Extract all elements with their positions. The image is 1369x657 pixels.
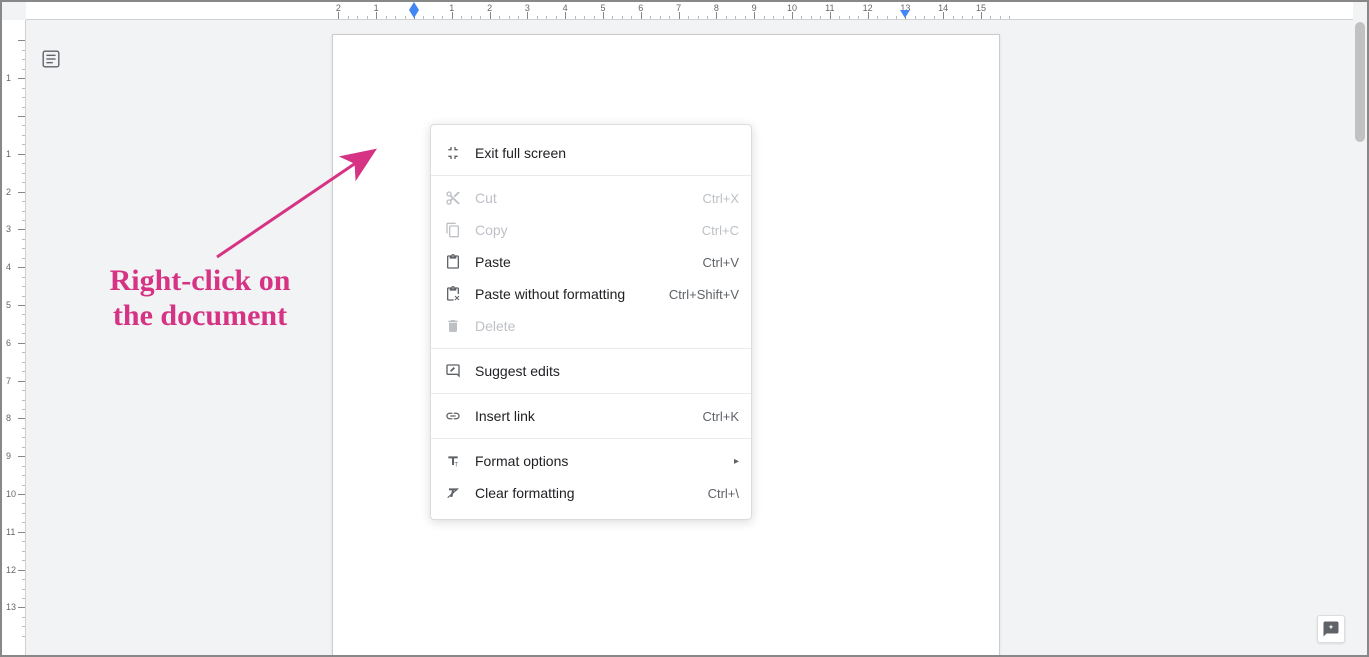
menu-shortcut: Ctrl+Shift+V	[669, 287, 739, 302]
menu-label: Insert link	[475, 408, 703, 424]
submenu-arrow-icon: ▸	[734, 456, 739, 467]
vertical-ruler[interactable]: 112345678910111213	[2, 20, 26, 655]
menu-item-format-options[interactable]: T Format options ▸	[431, 445, 751, 477]
menu-item-delete[interactable]: Delete	[431, 310, 751, 342]
first-line-indent-marker[interactable]	[409, 2, 419, 10]
menu-label: Format options	[475, 453, 726, 469]
menu-label: Copy	[475, 222, 702, 238]
menu-item-clear-formatting[interactable]: Clear formatting Ctrl+\	[431, 477, 751, 509]
menu-shortcut: Ctrl+K	[703, 409, 739, 424]
context-menu: Exit full screen Cut Ctrl+X Copy Ctrl+C …	[430, 124, 752, 520]
menu-shortcut: Ctrl+V	[703, 255, 739, 270]
link-icon	[443, 406, 463, 426]
menu-item-cut[interactable]: Cut Ctrl+X	[431, 182, 751, 214]
format-options-icon: T	[443, 451, 463, 471]
suggest-edits-icon	[443, 361, 463, 381]
menu-separator	[431, 393, 751, 394]
clear-formatting-icon	[443, 483, 463, 503]
menu-shortcut: Ctrl+\	[708, 486, 739, 501]
horizontal-ruler[interactable]: 21123456789101112131415	[26, 2, 1353, 20]
menu-item-insert-link[interactable]: Insert link Ctrl+K	[431, 400, 751, 432]
menu-shortcut: Ctrl+C	[702, 223, 739, 238]
menu-separator	[431, 438, 751, 439]
svg-text:T: T	[454, 462, 458, 468]
menu-label: Cut	[475, 190, 703, 206]
menu-label: Delete	[475, 318, 739, 334]
menu-separator	[431, 348, 751, 349]
delete-icon	[443, 316, 463, 336]
right-indent-marker[interactable]	[900, 10, 910, 18]
menu-item-suggest-edits[interactable]: Suggest edits	[431, 355, 751, 387]
menu-item-paste-without-formatting[interactable]: Paste without formatting Ctrl+Shift+V	[431, 278, 751, 310]
exit-full-screen-icon	[443, 143, 463, 163]
menu-shortcut: Ctrl+X	[703, 191, 739, 206]
menu-label: Paste	[475, 254, 703, 270]
paste-icon	[443, 252, 463, 272]
copy-icon	[443, 220, 463, 240]
vertical-scrollbar[interactable]	[1353, 20, 1367, 655]
menu-item-exit-full-screen[interactable]: Exit full screen	[431, 137, 751, 169]
menu-separator	[431, 175, 751, 176]
cut-icon	[443, 188, 463, 208]
menu-label: Suggest edits	[475, 363, 739, 379]
menu-label: Clear formatting	[475, 485, 708, 501]
left-indent-marker[interactable]	[409, 10, 419, 18]
menu-item-copy[interactable]: Copy Ctrl+C	[431, 214, 751, 246]
document-outline-icon[interactable]	[40, 48, 62, 70]
menu-label: Exit full screen	[475, 145, 739, 161]
paste-no-format-icon	[443, 284, 463, 304]
menu-item-paste[interactable]: Paste Ctrl+V	[431, 246, 751, 278]
menu-label: Paste without formatting	[475, 286, 669, 302]
scrollbar-thumb[interactable]	[1355, 22, 1365, 142]
explore-button[interactable]	[1317, 615, 1345, 643]
